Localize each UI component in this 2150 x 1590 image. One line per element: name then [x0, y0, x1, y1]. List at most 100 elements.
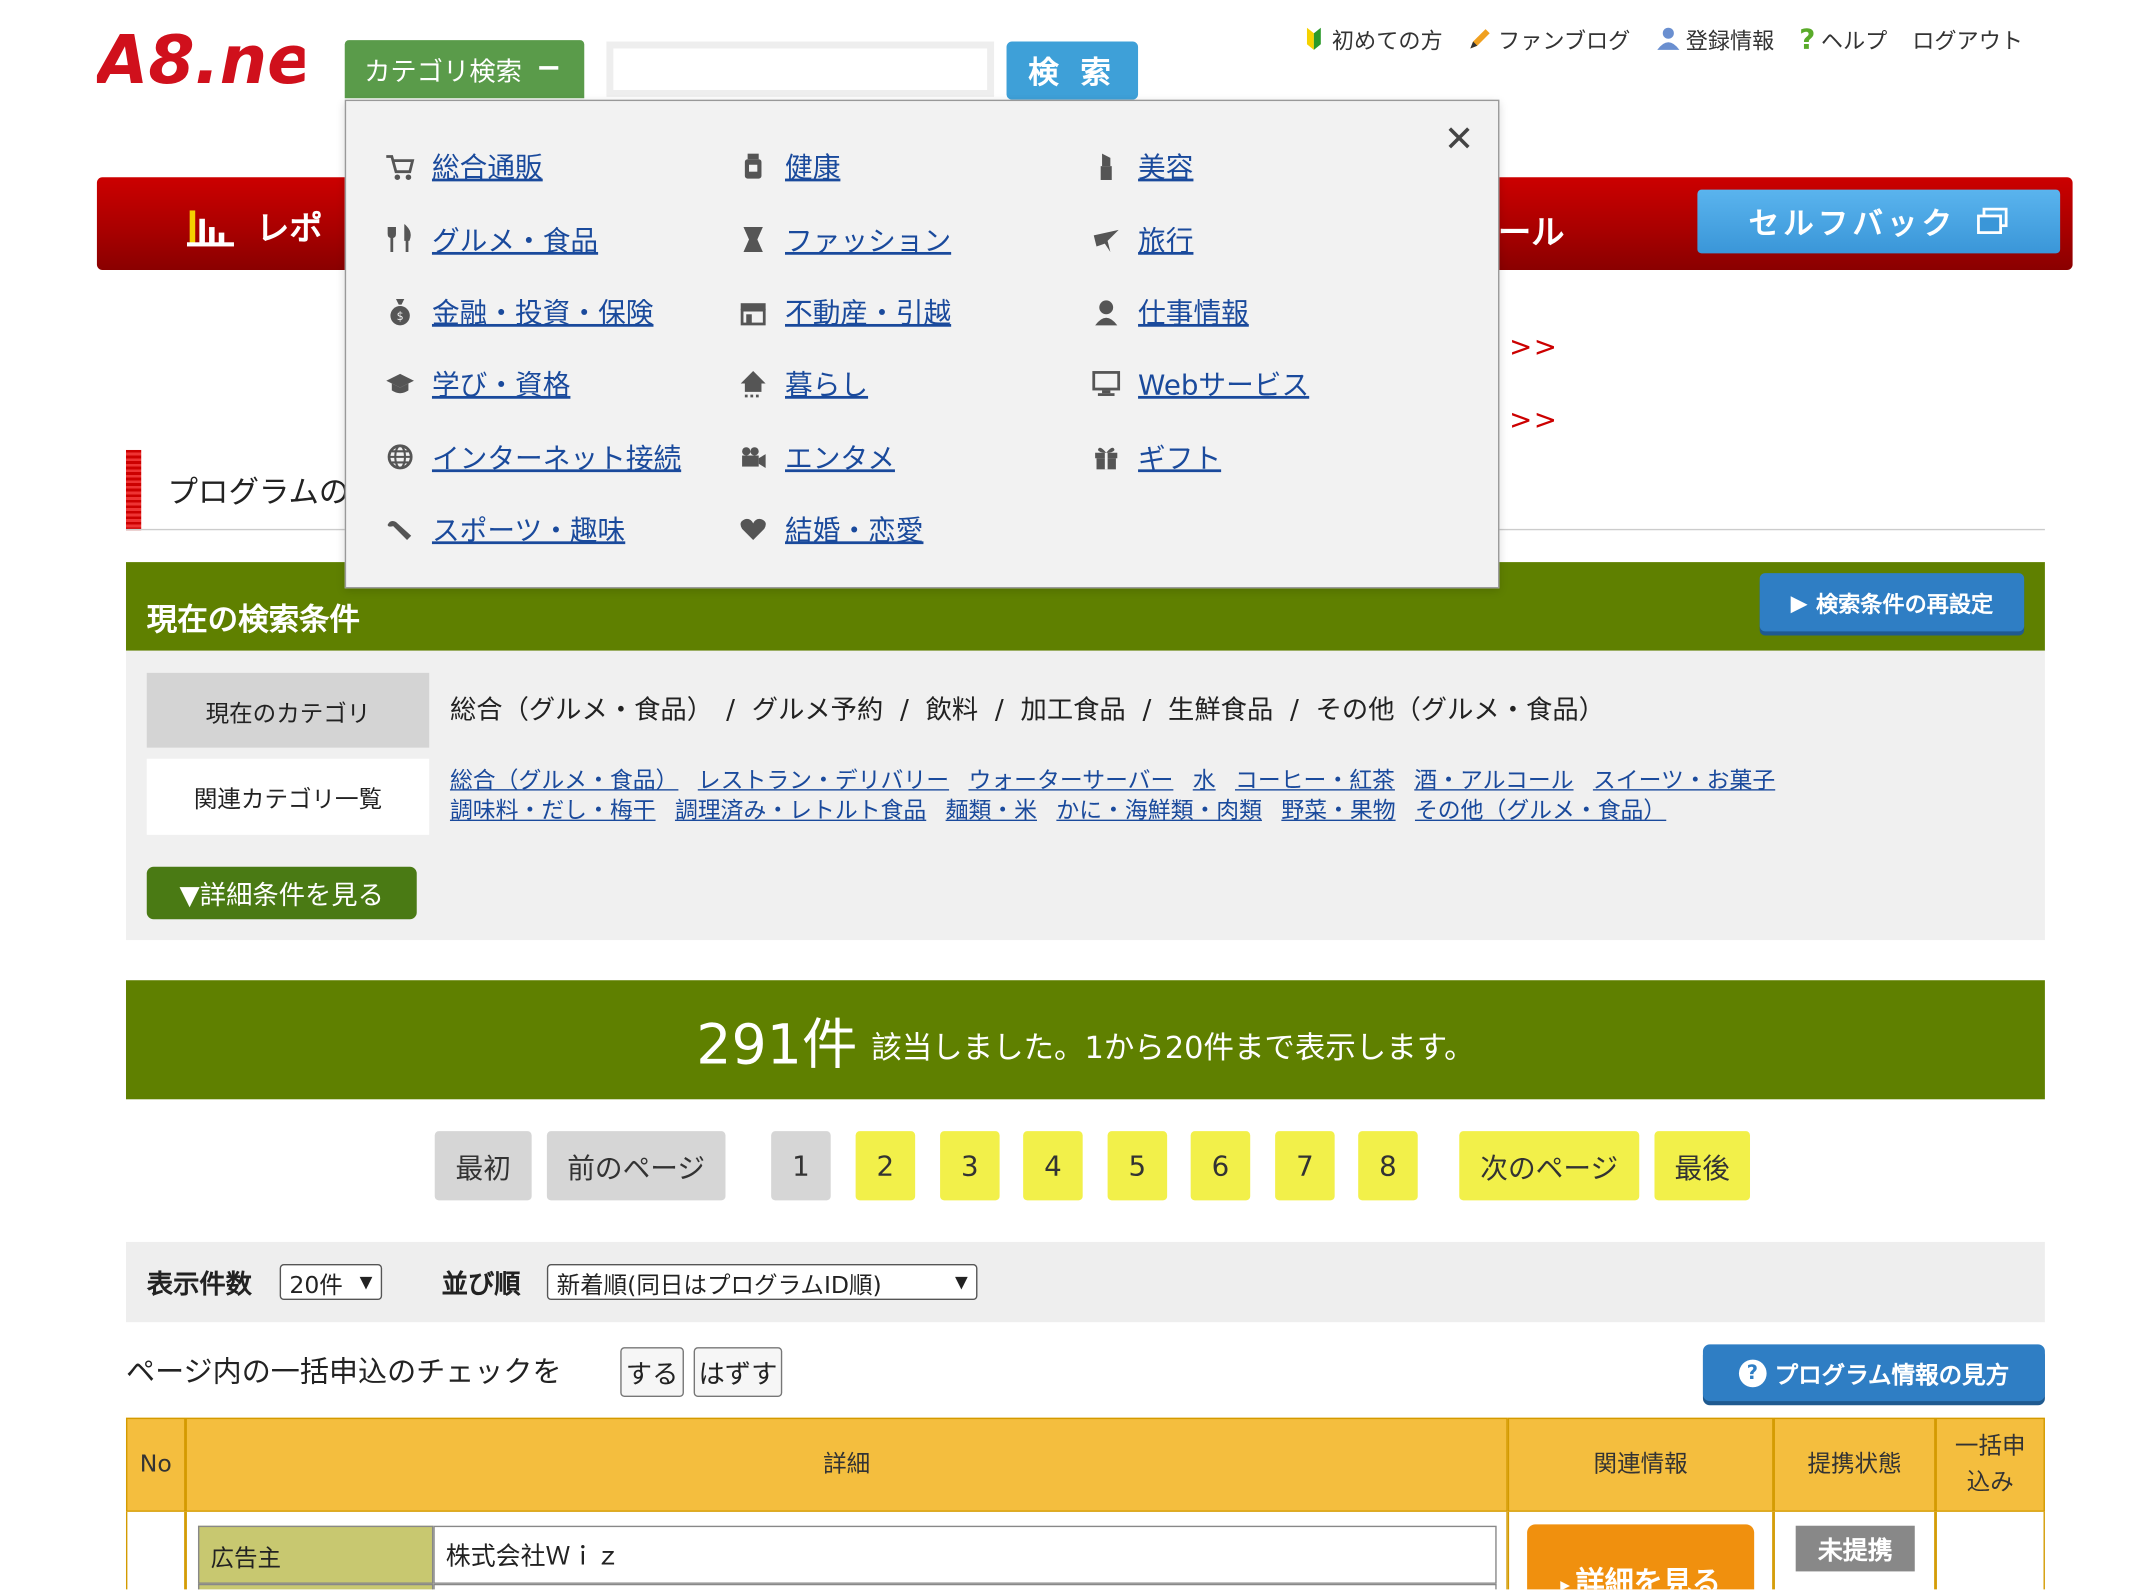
pagination-first[interactable]: 最初: [434, 1131, 532, 1201]
search-button[interactable]: 検 索: [1006, 41, 1139, 100]
nav-logout[interactable]: ログアウト: [1912, 22, 2023, 55]
related-category-link[interactable]: ウォーターサーバー: [968, 767, 1173, 793]
more-arrow[interactable]: >>: [1509, 330, 1558, 363]
category-item[interactable]: 美容: [1091, 145, 1193, 185]
next-row-value: [433, 1583, 1497, 1590]
category-item-label: ギフト: [1138, 441, 1222, 475]
pagination-page[interactable]: 7: [1275, 1131, 1335, 1201]
sort-select[interactable]: 新着順(同日はプログラムID順) ▼: [546, 1264, 978, 1301]
pagination-page[interactable]: 6: [1190, 1131, 1251, 1201]
lipstick-icon: [1100, 152, 1112, 180]
search-input[interactable]: [606, 41, 995, 97]
category-item-label: 不動産・引越: [785, 296, 952, 330]
bulk-check-button[interactable]: する: [620, 1347, 684, 1397]
pagination-page[interactable]: 5: [1107, 1131, 1168, 1201]
user-icon: [1656, 27, 1679, 50]
conditions-title: 現在の検索条件: [146, 603, 360, 639]
close-icon[interactable]: ✕: [1444, 119, 1474, 161]
a8-logo[interactable]: A8.net: [97, 14, 305, 111]
pagination-next[interactable]: 次のページ: [1459, 1131, 1640, 1201]
related-category-link[interactable]: 調味料・だし・梅干: [450, 797, 656, 823]
related-category-link[interactable]: 麺類・米: [946, 797, 1037, 823]
category-item[interactable]: 仕事情報: [1091, 291, 1249, 331]
page-title: プログラムの: [167, 476, 350, 511]
advertiser-value: 株式会社Ｗｉｚ: [433, 1525, 1497, 1584]
category-item-label: 金融・投資・保険: [431, 296, 654, 330]
category-item[interactable]: グルメ・食品: [385, 219, 598, 259]
program-info-guide-button[interactable]: ? プログラム情報の見方: [1702, 1344, 2045, 1402]
category-item[interactable]: 結婚・恋愛: [738, 508, 924, 548]
pagination-prev[interactable]: 前のページ: [546, 1131, 726, 1201]
category-item[interactable]: 不動産・引越: [738, 291, 951, 331]
category-item[interactable]: ギフト: [1091, 436, 1221, 476]
related-category-link[interactable]: レストラン・デリバリー: [698, 767, 949, 793]
nav-help[interactable]: ? ヘルプ: [1799, 22, 1887, 55]
category-item[interactable]: 総合通販: [385, 145, 543, 185]
bottle-icon: [744, 152, 762, 178]
category-item[interactable]: 旅行: [1091, 219, 1193, 259]
related-category-link[interactable]: 酒・アルコール: [1414, 767, 1573, 793]
category-item-label: 結婚・恋愛: [785, 513, 924, 547]
pagination-page[interactable]: 8: [1358, 1131, 1418, 1201]
category-item[interactable]: エンタメ: [738, 436, 895, 476]
per-page-select[interactable]: 20件 ▼: [279, 1264, 383, 1301]
current-category-value: 総合（グルメ・食品） / グルメ予約 / 飲料 / 加工食品 / 生鮮食品 / …: [449, 695, 1605, 726]
nav-beginner-label: 初めての方: [1331, 27, 1443, 54]
category-search-label: カテゴリ検索: [364, 56, 522, 87]
pagination-last[interactable]: 最後: [1654, 1131, 1751, 1201]
nav-account-label: 登録情報: [1685, 27, 1775, 54]
see-detail-label: 詳細を見る: [1575, 1565, 1721, 1590]
category-item[interactable]: 学び・資格: [385, 363, 570, 403]
more-arrow[interactable]: >>: [1509, 403, 1558, 436]
logo-text: A8.net: [97, 21, 305, 99]
heart-icon: [740, 518, 766, 540]
column-header-detail: 詳細: [185, 1417, 1508, 1512]
related-category-link[interactable]: その他（グルメ・食品）: [1415, 797, 1666, 823]
related-category-links: 総合（グルメ・食品） レストラン・デリバリー ウォーターサーバー水コーヒー・紅茶 酒・…: [450, 766, 2028, 827]
cutlery-icon: [387, 223, 411, 252]
gift-icon: [1095, 447, 1118, 469]
see-detail-button[interactable]: ▸ 詳細を見る: [1527, 1524, 1755, 1590]
category-item[interactable]: スポーツ・趣味: [385, 508, 625, 548]
category-item-label: Webサービス: [1138, 368, 1310, 402]
pagination-page[interactable]: 3: [940, 1131, 1000, 1201]
nav-help-label: ヘルプ: [1820, 27, 1888, 54]
related-category-link[interactable]: 野菜・果物: [1281, 797, 1395, 823]
nav-account[interactable]: 登録情報: [1655, 22, 1774, 55]
category-item[interactable]: 暮らし: [738, 363, 868, 403]
related-category-link[interactable]: かに・海鮮類・肉類: [1056, 797, 1262, 823]
pagination-page[interactable]: 4: [1023, 1131, 1083, 1201]
category-search-button[interactable]: カテゴリ検索 −: [344, 40, 585, 99]
nav-beginner[interactable]: 初めての方: [1301, 22, 1443, 55]
category-item[interactable]: $ 金融・投資・保険: [385, 291, 654, 331]
program-info-guide-label: プログラム情報の見方: [1774, 1362, 2010, 1391]
related-category-link[interactable]: スイーツ・お菓子: [1593, 767, 1775, 793]
play-icon: ▶: [1790, 589, 1808, 616]
pagination-page[interactable]: 2: [855, 1131, 916, 1201]
category-item[interactable]: Webサービス: [1091, 363, 1309, 403]
cart-icon: [386, 154, 415, 180]
related-category-link[interactable]: 水: [1193, 767, 1216, 793]
category-item-label: 暮らし: [785, 368, 869, 402]
airplane-icon: [1093, 229, 1119, 252]
nav-tool-label[interactable]: ール: [1498, 205, 1564, 253]
detail-conditions-button[interactable]: ▼詳細条件を見る: [146, 866, 417, 920]
related-category-link[interactable]: 調理済み・レトルト食品: [675, 797, 926, 823]
nav-logout-label: ログアウト: [1912, 27, 2024, 54]
category-item[interactable]: 健康: [738, 145, 840, 185]
bulk-uncheck-button[interactable]: はずす: [693, 1347, 783, 1397]
category-item[interactable]: ファッション: [738, 219, 951, 259]
selfback-button[interactable]: セルフバック: [1697, 189, 2061, 254]
related-category-link[interactable]: コーヒー・紅茶: [1235, 767, 1395, 793]
wrench-icon: [387, 520, 412, 540]
heading-accent: [125, 449, 142, 531]
nav-report[interactable]: レポ: [186, 201, 323, 249]
reset-conditions-button[interactable]: ▶ 検索条件の再設定: [1759, 573, 2025, 632]
related-category-label: 関連カテゴリ一覧: [146, 758, 430, 835]
nav-fanblog[interactable]: ファンブログ: [1468, 22, 1630, 55]
play-icon: ▸: [1560, 1574, 1571, 1590]
category-item[interactable]: インターネット接続: [385, 436, 681, 476]
column-header-status: 提携状態: [1773, 1417, 1936, 1512]
sort-label: 並び順: [441, 1269, 521, 1301]
related-category-link[interactable]: 総合（グルメ・食品）: [450, 767, 678, 793]
